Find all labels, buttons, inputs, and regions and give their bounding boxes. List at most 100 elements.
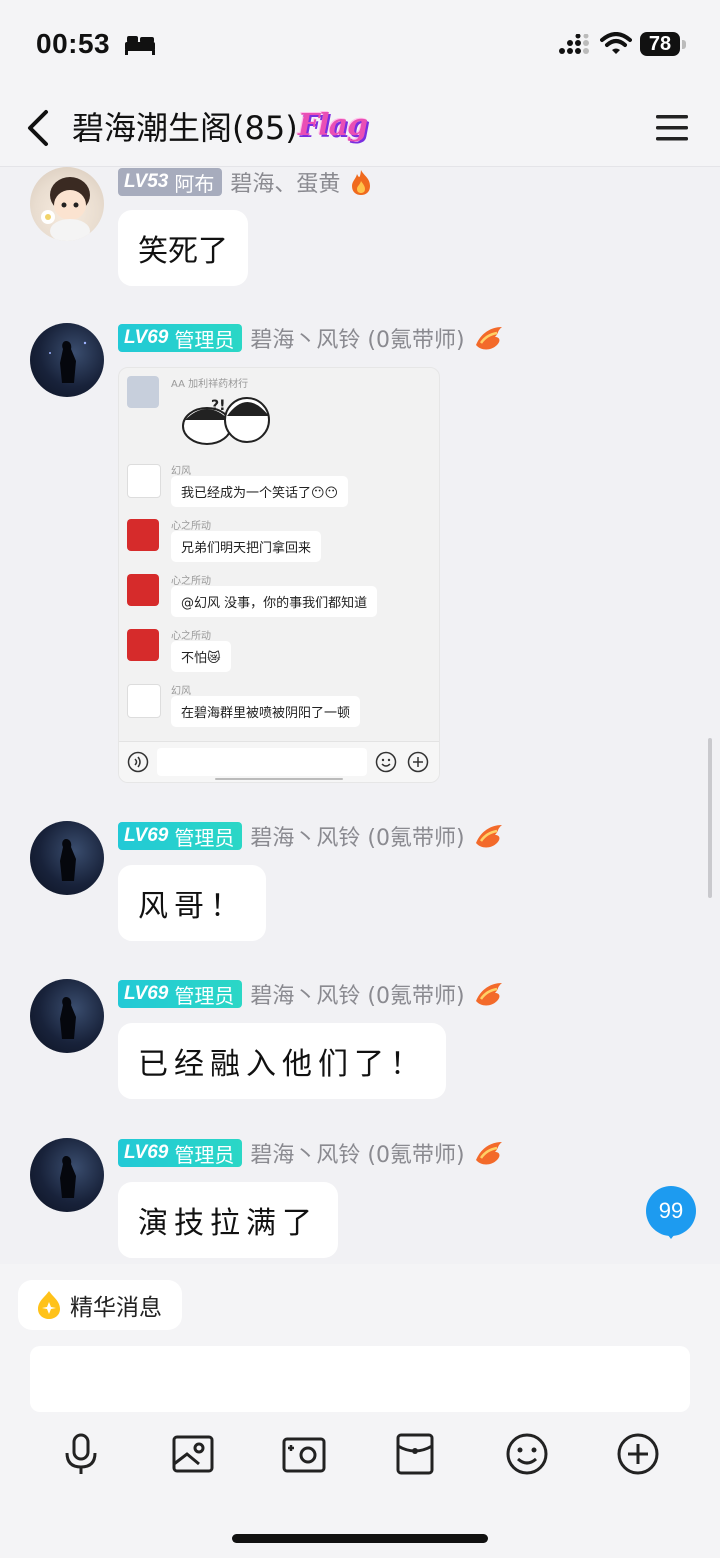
- essence-label: 精华消息: [70, 1295, 162, 1321]
- level-badge: LV69 管理员: [118, 980, 243, 1008]
- silhouette-avatar-art: [60, 839, 76, 881]
- level-badge: LV69 管理员: [118, 822, 243, 850]
- image-bubble: @幻风 没事，你的事我们都知道: [171, 586, 378, 617]
- sender-meta: LV69 管理员 碧海丶风铃 (0氪带师): [118, 1138, 505, 1168]
- sender-nickname[interactable]: 碧海丶风铃 (0氪带师): [250, 978, 464, 1010]
- image-text-field: [157, 748, 367, 776]
- group-title: 碧海潮生阁(85): [72, 109, 298, 147]
- image-input-bar: [119, 741, 439, 782]
- red-packet-icon[interactable]: [391, 1430, 439, 1478]
- dragon-icon: [475, 327, 502, 350]
- role-text: 管理员: [174, 1142, 235, 1167]
- silhouette-avatar-art: [49, 341, 87, 383]
- flame-icon: [352, 170, 371, 195]
- plus-icon[interactable]: [614, 1430, 662, 1478]
- sticker-text: ?!: [211, 398, 226, 414]
- avatar[interactable]: [30, 979, 104, 1053]
- image-avatar: [127, 574, 159, 606]
- battery-level: 78: [648, 32, 672, 55]
- image-row: 幻风 我已经成为一个笑话了😶😶: [127, 464, 437, 508]
- avatar[interactable]: [30, 1138, 104, 1212]
- image-bubble: 我已经成为一个笑话了😶😶: [171, 476, 349, 507]
- level-badge: LV69 管理员: [118, 324, 243, 352]
- back-icon[interactable]: [22, 106, 58, 150]
- sender-meta: LV69 管理员 碧海丶风铃 (0氪带师): [118, 323, 505, 353]
- sender-nickname[interactable]: 碧海丶风铃 (0氪带师): [250, 820, 464, 852]
- dragon-icon: [475, 1142, 502, 1165]
- avatar[interactable]: [30, 167, 104, 241]
- dragon-icon: [475, 983, 502, 1006]
- image-name: 幻风: [171, 466, 191, 477]
- level-badge: LV69 管理员: [118, 1139, 243, 1167]
- image-avatar: [127, 684, 161, 718]
- sender-nickname[interactable]: 碧海丶风铃 (0氪带师): [250, 1137, 464, 1169]
- image-avatar: [127, 464, 161, 498]
- image-row: 幻风 在碧海群里被喷被阴阳了一顿: [127, 684, 437, 728]
- signal-icon: [559, 34, 589, 54]
- role-text: 阿布: [174, 171, 215, 196]
- status-bar: 00:53 78: [0, 0, 720, 90]
- image-name: 心之所动: [171, 576, 211, 587]
- role-text: 管理员: [174, 825, 235, 850]
- image-name: 幻风: [171, 686, 191, 697]
- clock: 00:53: [36, 28, 111, 59]
- emoji-icon[interactable]: [503, 1430, 551, 1478]
- scrollbar[interactable]: [708, 738, 712, 898]
- plus-icon: [407, 751, 429, 773]
- unread-tail: [664, 1230, 678, 1239]
- sender-nickname[interactable]: 碧海、蛋黄: [230, 167, 340, 198]
- image-row: 心之所动 @幻风 没事，你的事我们都知道: [127, 574, 437, 618]
- message-bubble[interactable]: 演技拉满了: [118, 1182, 338, 1258]
- battery-tip: [682, 40, 686, 49]
- level-text: LV69: [124, 825, 169, 846]
- wifi-icon: [600, 32, 632, 54]
- voice-icon: [127, 751, 149, 773]
- image-avatar: [127, 629, 159, 661]
- dragon-icon: [475, 825, 502, 848]
- message-bubble[interactable]: 风哥！: [118, 865, 266, 941]
- level-text: LV69: [124, 327, 169, 348]
- essence-icon: [38, 1291, 60, 1319]
- input-panel: 精华消息: [0, 1264, 720, 1558]
- level-text: LV53: [124, 171, 169, 192]
- microphone-icon[interactable]: [57, 1430, 105, 1478]
- image-avatar: [127, 519, 159, 551]
- essence-messages-button[interactable]: 精华消息: [18, 1280, 182, 1330]
- avatar[interactable]: [30, 323, 104, 397]
- emoji-icon: [375, 751, 397, 773]
- unread-count: 99: [658, 1198, 684, 1223]
- image-bubble: 不怕😿: [171, 641, 231, 672]
- avatar[interactable]: [30, 821, 104, 895]
- image-name: 心之所动: [171, 521, 211, 532]
- flag-badge: Flag: [298, 108, 368, 143]
- input-toolbar: [0, 1430, 720, 1478]
- image-home-indicator: [215, 778, 343, 780]
- role-text: 管理员: [174, 983, 235, 1008]
- unread-count-button[interactable]: 99: [646, 1186, 696, 1236]
- home-indicator[interactable]: [232, 1534, 488, 1543]
- level-text: LV69: [124, 1142, 169, 1163]
- menu-icon[interactable]: [654, 112, 690, 144]
- sender-meta: LV69 管理员 碧海丶风铃 (0氪带师): [118, 979, 505, 1009]
- kid-avatar-art: [41, 177, 90, 241]
- sender-nickname[interactable]: 碧海丶风铃 (0氪带师): [250, 322, 464, 354]
- image-message[interactable]: AA 加利祥药材行 ?! 幻风 我已经成为一个笑话了😶😶 心之所动 兄弟们明天把…: [118, 367, 440, 783]
- image-row: 心之所动 兄弟们明天把门拿回来: [127, 519, 437, 563]
- image-bubble: 在碧海群里被喷被阴阳了一顿: [171, 696, 361, 727]
- image-name: 心之所动: [171, 631, 211, 642]
- silhouette-avatar-art: [60, 1156, 76, 1198]
- camera-icon[interactable]: [280, 1430, 328, 1478]
- role-text: 管理员: [174, 327, 235, 352]
- level-badge: LV53 阿布: [118, 168, 223, 196]
- image-icon[interactable]: [169, 1430, 217, 1478]
- message-list[interactable]: LV53阿布 碧海、蛋黄 笑死了 LV69管理员 碧海丶风铃 (0氪带师): [0, 167, 720, 1264]
- message-input[interactable]: [30, 1346, 690, 1412]
- message-bubble[interactable]: 笑死了: [118, 210, 248, 286]
- chat-header: 碧海潮生阁(85) Flag: [0, 90, 720, 167]
- image-bubble: 兄弟们明天把门拿回来: [171, 531, 322, 562]
- bed-icon: [125, 36, 155, 55]
- image-avatar: [127, 376, 159, 408]
- message-bubble[interactable]: 已经融入他们了！: [118, 1023, 446, 1099]
- image-row-header: AA 加利祥药材行 ?!: [127, 376, 437, 445]
- battery-icon: 78: [640, 32, 680, 56]
